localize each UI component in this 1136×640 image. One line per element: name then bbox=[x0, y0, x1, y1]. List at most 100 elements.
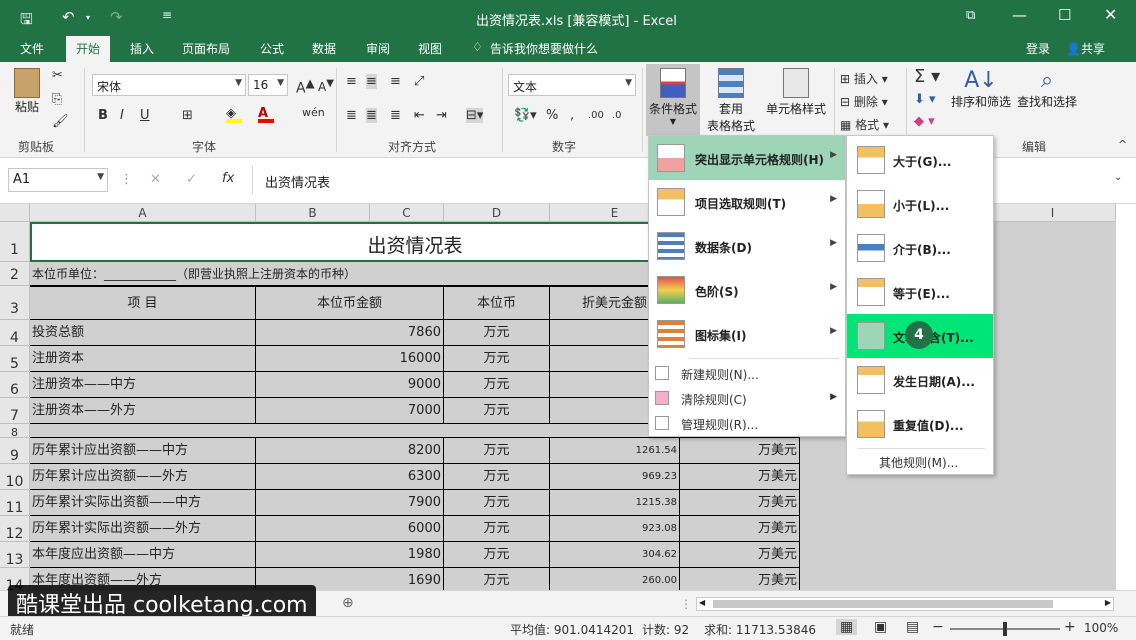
table-cell-item[interactable]: 本年度应出资额——中方 bbox=[30, 542, 256, 568]
menu-item-color-scales[interactable]: 色阶(S) ▶ bbox=[649, 268, 845, 312]
table-cell-amount[interactable]: 7000 bbox=[256, 398, 444, 424]
table-cell-item[interactable]: 注册资本——中方 bbox=[30, 372, 256, 398]
submenu-item-between[interactable]: 介于(B)... bbox=[847, 226, 993, 270]
tab-view[interactable]: 视图 bbox=[418, 40, 442, 57]
italic-icon[interactable]: I bbox=[120, 108, 124, 123]
table-cell-item[interactable]: 历年累计实际出资额——中方 bbox=[30, 490, 256, 516]
select-all-corner[interactable] bbox=[0, 204, 30, 222]
table-cell-cur[interactable]: 万元 bbox=[444, 438, 550, 464]
column-header[interactable]: D bbox=[444, 204, 550, 222]
tab-page-layout[interactable]: 页面布局 bbox=[182, 40, 230, 57]
name-box[interactable]: A1 ▼ bbox=[8, 168, 108, 192]
row-header[interactable]: 8 bbox=[0, 424, 30, 439]
table-cell-amount[interactable]: 8200 bbox=[256, 438, 444, 464]
table-cell-cur[interactable]: 万元 bbox=[444, 346, 550, 372]
collapse-ribbon-icon[interactable]: ^ bbox=[1118, 138, 1127, 151]
tab-home[interactable]: 开始 bbox=[66, 36, 111, 62]
row-header[interactable]: 13 bbox=[0, 542, 30, 568]
zoom-in-icon[interactable]: + bbox=[1064, 619, 1076, 635]
submenu-item-duplicate-values[interactable]: 重复值(D)... bbox=[847, 402, 993, 446]
align-right-icon[interactable]: ≣ bbox=[390, 108, 401, 123]
table-cell-usd[interactable]: 923.08 bbox=[550, 516, 680, 542]
row-header[interactable]: 2 bbox=[0, 262, 30, 286]
submenu-item-date-occurring[interactable]: 发生日期(A)... bbox=[847, 358, 993, 402]
tab-insert[interactable]: 插入 bbox=[130, 40, 154, 57]
table-cell-item[interactable]: 历年累计应出资额——外方 bbox=[30, 464, 256, 490]
normal-view-icon[interactable]: ▦ bbox=[836, 619, 858, 635]
align-center-icon[interactable]: ≣ bbox=[366, 108, 377, 123]
table-cell-amount[interactable]: 1980 bbox=[256, 542, 444, 568]
menu-item-data-bars[interactable]: 数据条(D) ▶ bbox=[649, 224, 845, 268]
table-cell-amount[interactable]: 16000 bbox=[256, 346, 444, 372]
merge-center-icon[interactable]: ⊟▾ bbox=[466, 108, 484, 123]
menu-item-manage-rules[interactable]: 管理规则(R)... bbox=[649, 411, 845, 435]
submenu-item-equal-to[interactable]: 等于(E)... bbox=[847, 270, 993, 314]
table-cell-unit[interactable]: 万美元 bbox=[680, 438, 800, 464]
table-cell-cur[interactable]: 万元 bbox=[444, 568, 550, 590]
row-header[interactable]: 3 bbox=[0, 286, 30, 320]
zoom-out-icon[interactable]: − bbox=[932, 619, 944, 635]
paste-button[interactable]: 粘贴 bbox=[10, 68, 44, 115]
share-button[interactable]: 👤共享 bbox=[1066, 40, 1105, 57]
comma-icon[interactable]: , bbox=[570, 108, 574, 123]
insert-cells-button[interactable]: ⊞ 插入 ▾ bbox=[840, 70, 888, 87]
scroll-thumb[interactable] bbox=[713, 600, 1053, 608]
column-header[interactable]: C bbox=[370, 204, 444, 222]
align-top-icon[interactable]: ≡ bbox=[346, 74, 357, 89]
cancel-icon[interactable]: ✕ bbox=[150, 172, 161, 187]
zoom-slider[interactable] bbox=[950, 622, 1060, 636]
align-left-icon[interactable]: ≣ bbox=[346, 108, 357, 123]
bold-icon[interactable]: B bbox=[98, 108, 108, 123]
row-header[interactable]: 11 bbox=[0, 490, 30, 516]
table-cell-cur[interactable]: 万元 bbox=[444, 398, 550, 424]
copy-icon[interactable]: ⎘ bbox=[52, 92, 62, 107]
close-icon[interactable]: ✕ bbox=[1104, 5, 1117, 24]
increase-decimal-icon[interactable]: .00 bbox=[588, 110, 604, 121]
row-header[interactable]: 7 bbox=[0, 398, 30, 424]
table-cell-amount[interactable]: 7860 bbox=[256, 320, 444, 346]
undo-icon[interactable]: ↶ bbox=[62, 8, 75, 26]
format-cells-button[interactable]: ▦ 格式 ▾ bbox=[840, 116, 889, 133]
column-header[interactable]: A bbox=[30, 204, 256, 222]
table-cell-usd[interactable]: 304.62 bbox=[550, 542, 680, 568]
align-middle-icon[interactable]: ≡ bbox=[366, 74, 377, 89]
font-color-icon[interactable]: A bbox=[258, 106, 274, 123]
menu-item-clear-rules[interactable]: 清除规则(C) ▶ bbox=[649, 386, 845, 410]
menu-item-icon-sets[interactable]: 图标集(I) ▶ bbox=[649, 312, 845, 356]
increase-indent-icon[interactable]: ⇥ bbox=[436, 108, 447, 123]
add-sheet-icon[interactable]: ⊕ bbox=[342, 595, 354, 611]
customize-toolbar-icon[interactable]: ≡ bbox=[162, 8, 172, 22]
row-header[interactable]: 9 bbox=[0, 438, 30, 464]
fill-icon[interactable]: ⬇ ▾ bbox=[914, 92, 936, 107]
table-cell-cur[interactable]: 万元 bbox=[444, 516, 550, 542]
maximize-icon[interactable]: ☐ bbox=[1058, 6, 1071, 24]
delete-cells-button[interactable]: ⊟ 删除 ▾ bbox=[840, 93, 888, 110]
expand-formula-icon[interactable]: ⌄ bbox=[1114, 172, 1122, 183]
table-cell-unit[interactable]: 万美元 bbox=[680, 542, 800, 568]
submenu-item-text-contains[interactable]: 文本包含(T)... 4 bbox=[847, 314, 993, 358]
table-cell-unit[interactable]: 万美元 bbox=[680, 490, 800, 516]
undo-dropdown-icon[interactable]: ▾ bbox=[86, 13, 90, 22]
submenu-item-more-rules[interactable]: 其他规则(M)... bbox=[879, 454, 958, 471]
conditional-formatting-button[interactable]: 条件格式 ▼ bbox=[646, 64, 700, 136]
currency-icon[interactable]: 💱▾ bbox=[514, 108, 537, 123]
decrease-indent-icon[interactable]: ⇤ bbox=[414, 108, 425, 123]
table-cell-usd[interactable]: 1261.54 bbox=[550, 438, 680, 464]
table-cell-unit[interactable]: 万美元 bbox=[680, 568, 800, 590]
format-painter-icon[interactable]: 🖌 bbox=[52, 114, 69, 129]
menu-item-highlight-rules[interactable]: 突出显示单元格规则(H) ▶ bbox=[649, 136, 845, 180]
row-header[interactable]: 10 bbox=[0, 464, 30, 490]
ribbon-display-icon[interactable]: ⧉ bbox=[966, 8, 975, 23]
insert-function-icon[interactable]: fx bbox=[222, 171, 234, 186]
number-format-combo[interactable]: 文本 ▼ bbox=[508, 74, 636, 96]
font-size-combo[interactable]: 16 ▼ bbox=[248, 74, 288, 96]
clear-icon[interactable]: ◆ ▾ bbox=[914, 114, 935, 129]
find-select-button[interactable]: ⌕ 查找和选择 bbox=[1014, 68, 1080, 110]
save-icon[interactable]: 🖫 bbox=[20, 9, 33, 34]
table-cell-amount[interactable]: 9000 bbox=[256, 372, 444, 398]
autosum-icon[interactable]: Σ ▾ bbox=[914, 66, 940, 87]
table-cell-unit[interactable]: 万美元 bbox=[680, 464, 800, 490]
percent-icon[interactable]: % bbox=[546, 108, 558, 123]
font-name-combo[interactable]: 宋体 ▼ bbox=[92, 74, 246, 96]
underline-icon[interactable]: U bbox=[140, 108, 150, 123]
